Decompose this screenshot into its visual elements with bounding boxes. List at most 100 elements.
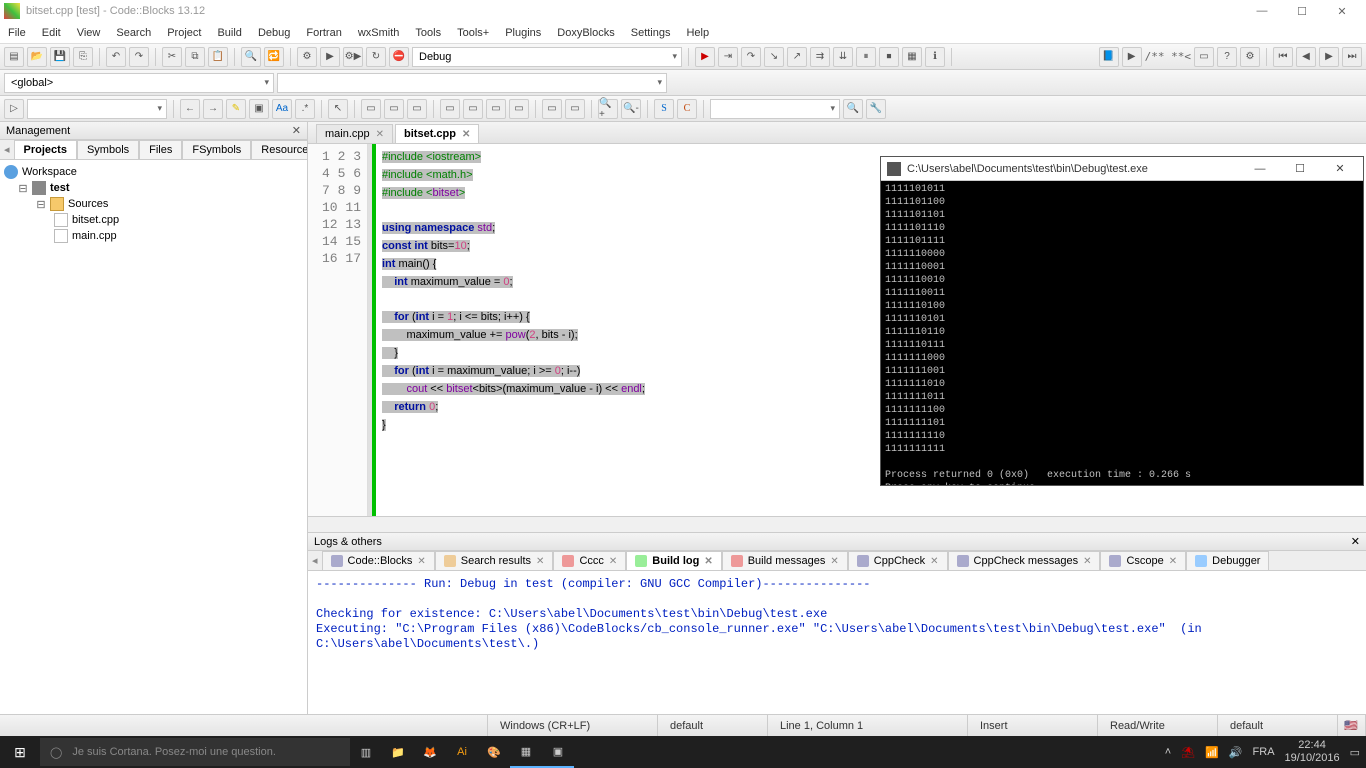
tab-projects[interactable]: Projects: [14, 140, 77, 159]
menu-file[interactable]: File: [8, 27, 26, 39]
debug-step-out-button[interactable]: ↗: [787, 47, 807, 67]
menu-wxsmith[interactable]: wxSmith: [358, 27, 400, 39]
task-view-button[interactable]: ▥: [350, 736, 382, 768]
threads-combo[interactable]: [710, 99, 840, 119]
regex-button[interactable]: .*: [295, 99, 315, 119]
highlight-button[interactable]: ✎: [226, 99, 246, 119]
zoom-in-button[interactable]: 🔍+: [598, 99, 618, 119]
log-tab-codeblocks[interactable]: Code::Blocks✕: [322, 551, 435, 570]
redo-button[interactable]: ↷: [129, 47, 149, 67]
undo-button[interactable]: ↶: [106, 47, 126, 67]
tool-b-button[interactable]: ▭: [384, 99, 404, 119]
menu-build[interactable]: Build: [217, 27, 241, 39]
cut-button[interactable]: ✂: [162, 47, 182, 67]
menu-search[interactable]: Search: [116, 27, 151, 39]
tree-node-workspace[interactable]: Workspace: [4, 164, 303, 180]
log-tab-cccc[interactable]: Cccc✕: [553, 551, 626, 570]
editor-h-scrollbar[interactable]: [308, 516, 1366, 532]
tray-volume-icon[interactable]: 🔊: [1229, 746, 1243, 759]
debug-stop-button[interactable]: ⏹: [879, 47, 899, 67]
menu-doxyblocks[interactable]: DoxyBlocks: [557, 27, 614, 39]
minimize-button[interactable]: —: [1242, 5, 1282, 17]
tool-a-button[interactable]: ▭: [361, 99, 381, 119]
debug-run-to-cursor-button[interactable]: ⇥: [718, 47, 738, 67]
select-prev-button[interactable]: ▣: [249, 99, 269, 119]
menu-tools[interactable]: Tools: [415, 27, 441, 39]
menu-project[interactable]: Project: [167, 27, 201, 39]
menu-edit[interactable]: Edit: [42, 27, 61, 39]
log-tab-cppcheckmsg[interactable]: CppCheck messages✕: [948, 551, 1101, 570]
copy-button[interactable]: ⧉: [185, 47, 205, 67]
tree-node-main[interactable]: main.cpp: [4, 228, 303, 244]
menu-settings[interactable]: Settings: [631, 27, 671, 39]
doxy-run-button[interactable]: ▶: [1122, 47, 1142, 67]
save-button[interactable]: 💾: [50, 47, 70, 67]
tray-chevron-icon[interactable]: ˄: [1165, 746, 1171, 758]
tool-d-button[interactable]: ▭: [440, 99, 460, 119]
debug-info-button[interactable]: ℹ: [925, 47, 945, 67]
taskbar-illustrator[interactable]: Ai: [446, 736, 478, 768]
source-fmt2-button[interactable]: C: [677, 99, 697, 119]
log-tab-search[interactable]: Search results✕: [435, 551, 554, 570]
menu-fortran[interactable]: Fortran: [306, 27, 341, 39]
log-tabs-left-arrow[interactable]: ◂: [308, 551, 322, 570]
tab-symbols[interactable]: Symbols: [77, 140, 139, 159]
tool-f-button[interactable]: ▭: [486, 99, 506, 119]
replace-button[interactable]: 🔁: [264, 47, 284, 67]
tray-notifications-icon[interactable]: ▭: [1350, 746, 1360, 759]
tree-node-sources[interactable]: ⊟Sources: [4, 196, 303, 212]
editor-tab-main[interactable]: main.cpp✕: [316, 124, 393, 143]
close-button[interactable]: ✕: [1322, 5, 1362, 18]
console-close-button[interactable]: ✕: [1323, 162, 1357, 175]
tool-i-button[interactable]: ▭: [565, 99, 585, 119]
tabs-left-arrow[interactable]: ◂: [0, 140, 14, 159]
rebuild-button[interactable]: ↻: [366, 47, 386, 67]
tab-files[interactable]: Files: [139, 140, 182, 159]
tray-avira-icon[interactable]: ⛱: [1181, 746, 1195, 759]
tree-node-bitset[interactable]: bitset.cpp: [4, 212, 303, 228]
start-button[interactable]: ⊞: [0, 744, 40, 761]
console-maximize-button[interactable]: ☐: [1283, 162, 1317, 175]
abort-button[interactable]: ⛔: [389, 47, 409, 67]
log-tab-cscope[interactable]: Cscope✕: [1100, 551, 1186, 570]
debug-step-into-button[interactable]: ↘: [764, 47, 784, 67]
nav-last-button[interactable]: ⏭: [1342, 47, 1362, 67]
menu-debug[interactable]: Debug: [258, 27, 290, 39]
paste-button[interactable]: 📋: [208, 47, 228, 67]
tab-resources[interactable]: Resources: [251, 140, 307, 159]
source-fmt-button[interactable]: S: [654, 99, 674, 119]
settings-button[interactable]: ⚙: [1240, 47, 1260, 67]
run-script-button[interactable]: ▷: [4, 99, 24, 119]
menu-view[interactable]: View: [77, 27, 101, 39]
log-tab-buildmsg[interactable]: Build messages✕: [722, 551, 848, 570]
valgrind-button[interactable]: 🔍: [843, 99, 863, 119]
console-minimize-button[interactable]: —: [1243, 163, 1277, 175]
build-button[interactable]: ⚙: [297, 47, 317, 67]
scope-combo[interactable]: <global>: [4, 73, 274, 93]
open-button[interactable]: 📂: [27, 47, 47, 67]
debug-next-instr-button[interactable]: ⇉: [810, 47, 830, 67]
tab-fsymbols[interactable]: FSymbols: [182, 140, 251, 159]
tray-language[interactable]: FRA: [1253, 746, 1275, 758]
taskbar-explorer[interactable]: 📁: [382, 736, 414, 768]
menu-help[interactable]: Help: [686, 27, 709, 39]
log-tab-buildlog[interactable]: Build log✕: [626, 551, 721, 570]
tool-e-button[interactable]: ▭: [463, 99, 483, 119]
debug-break-button[interactable]: ⏸: [856, 47, 876, 67]
doxy-button[interactable]: 📘: [1099, 47, 1119, 67]
maximize-button[interactable]: ☐: [1282, 5, 1322, 18]
cortana-search[interactable]: ◯ Je suis Cortana. Posez-moi une questio…: [40, 738, 350, 766]
menu-toolsplus[interactable]: Tools+: [457, 27, 489, 39]
symbol-combo[interactable]: [277, 73, 667, 93]
tray-network-icon[interactable]: 📶: [1205, 746, 1219, 759]
tool-g-button[interactable]: ▭: [509, 99, 529, 119]
select-text-button[interactable]: Aa: [272, 99, 292, 119]
nav-first-button[interactable]: ⏮: [1273, 47, 1293, 67]
save-all-button[interactable]: ⎘: [73, 47, 93, 67]
management-close-icon[interactable]: ✕: [292, 124, 301, 137]
taskbar-console[interactable]: ▣: [542, 736, 574, 768]
zoom-out-button[interactable]: 🔍-: [621, 99, 641, 119]
debug-start-button[interactable]: ▶: [695, 47, 715, 67]
tree-node-project[interactable]: ⊟test: [4, 180, 303, 196]
console-window[interactable]: C:\Users\abel\Documents\test\bin\Debug\t…: [880, 156, 1364, 486]
